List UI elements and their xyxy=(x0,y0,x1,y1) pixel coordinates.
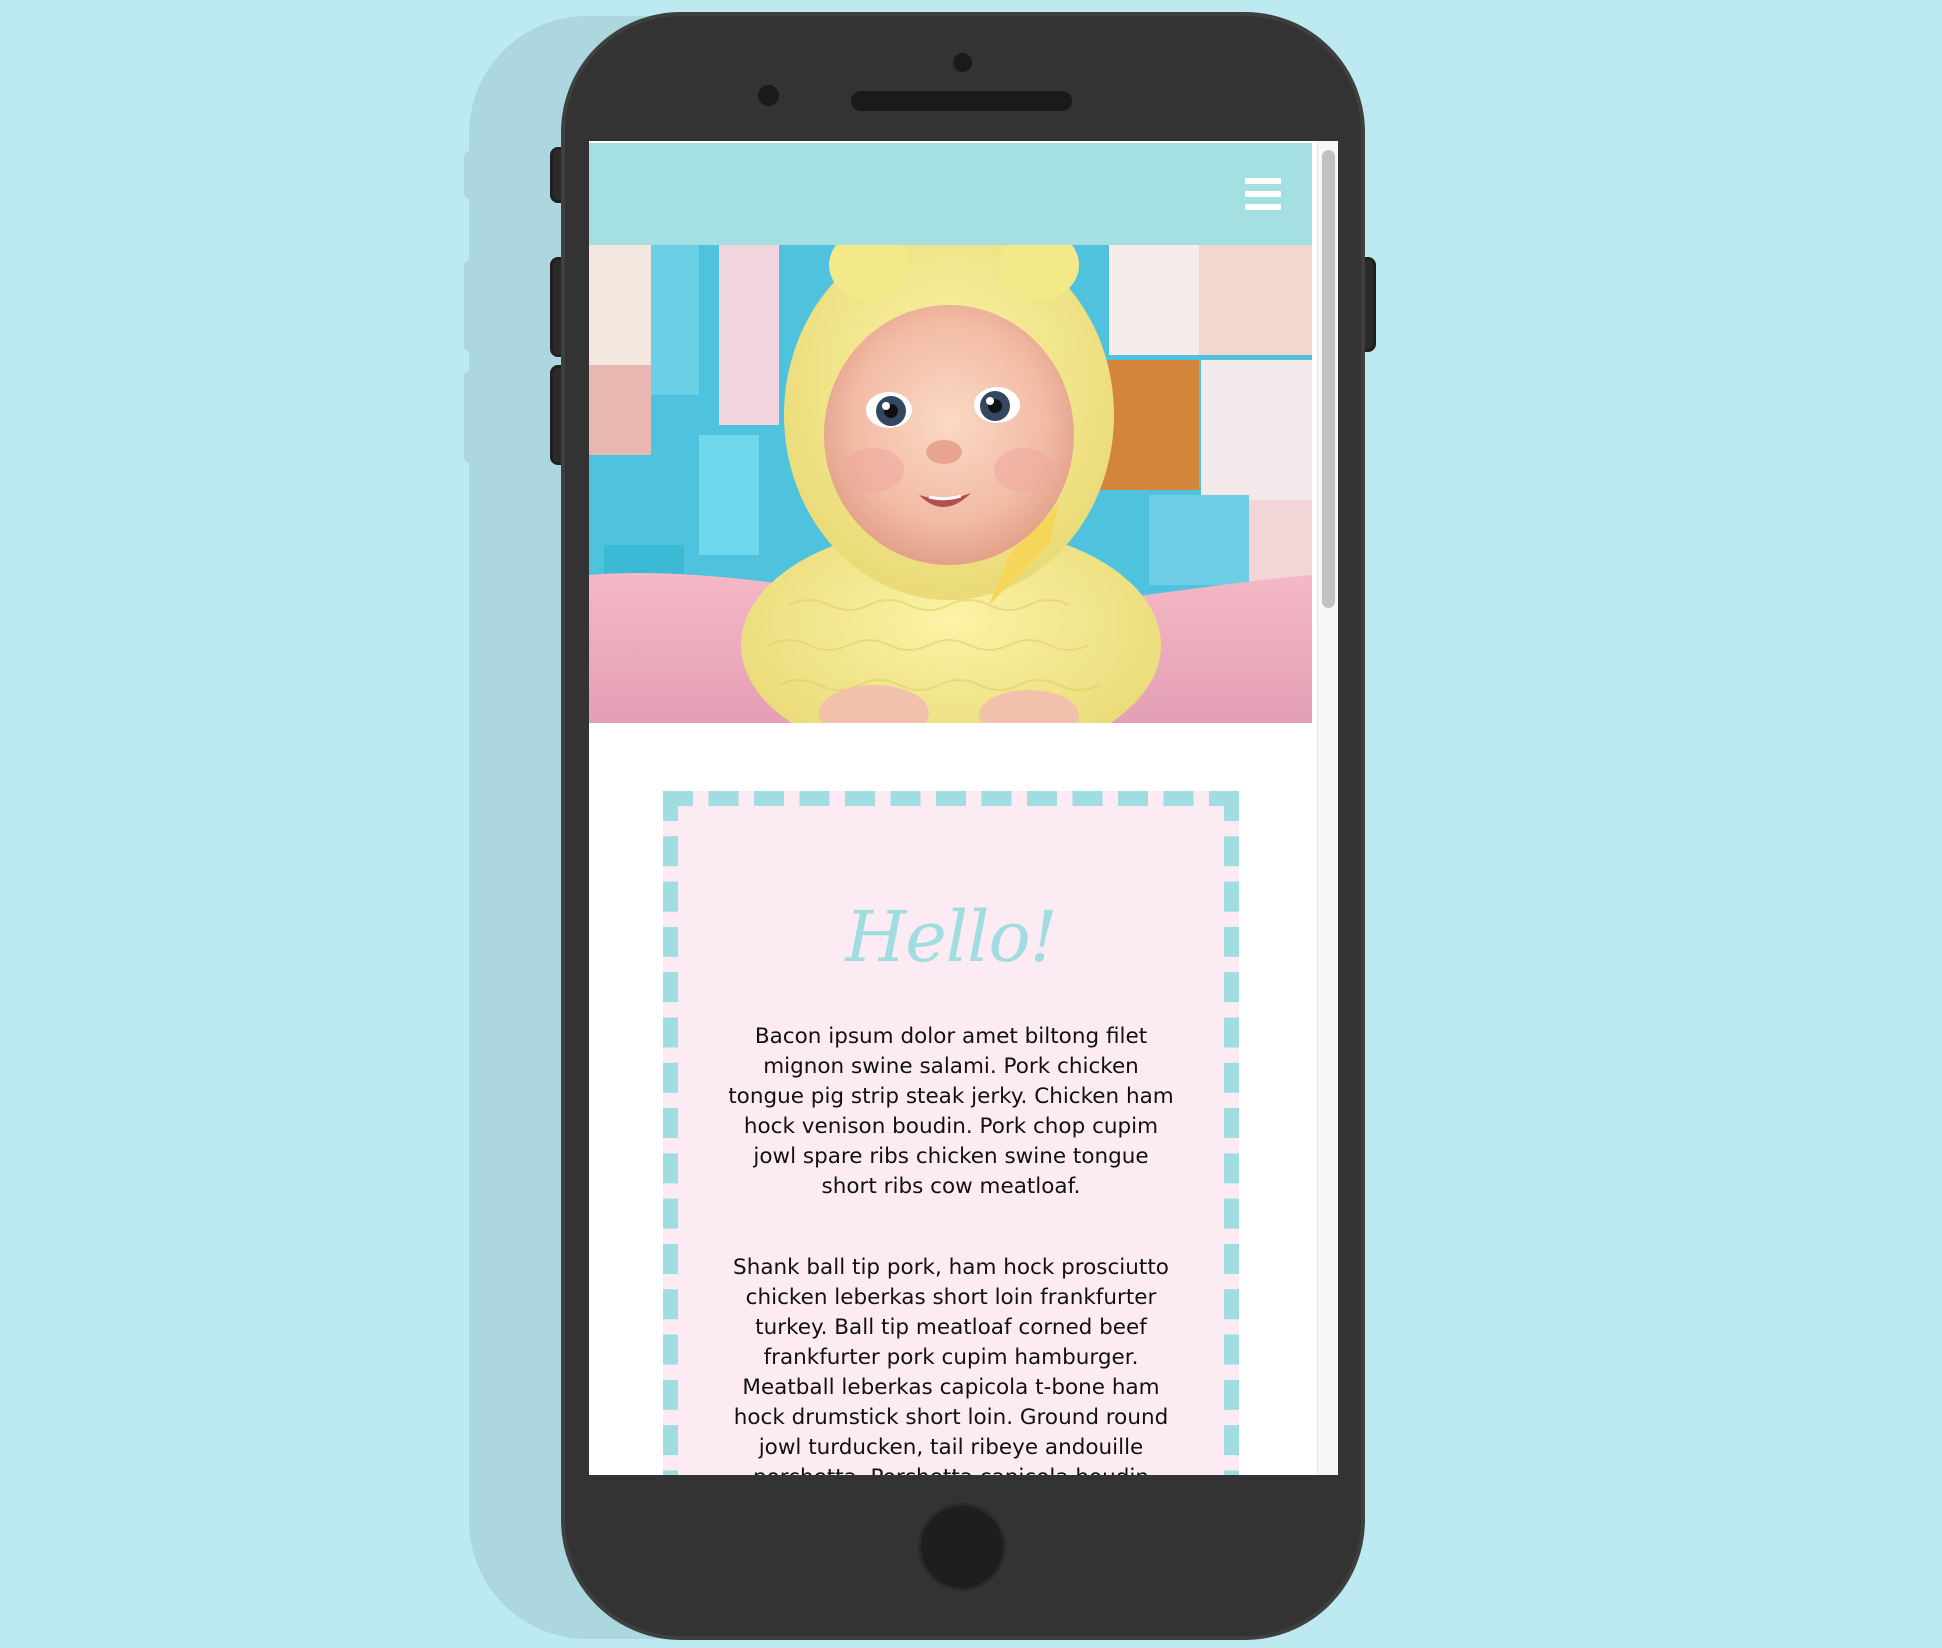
sensor-dot xyxy=(758,85,779,106)
phone-screen: Hello! Bacon ipsum dolor amet biltong fi… xyxy=(589,141,1338,1475)
stage: Hello! Bacon ipsum dolor amet biltong fi… xyxy=(0,0,1942,1648)
card-title: Hello! xyxy=(845,896,1058,978)
shadow-button xyxy=(464,151,480,199)
home-button[interactable] xyxy=(918,1503,1006,1591)
earpiece-speaker xyxy=(851,91,1072,111)
front-camera xyxy=(953,53,972,72)
web-page: Hello! Bacon ipsum dolor amet biltong fi… xyxy=(589,141,1312,1475)
card-paragraph-2: Shank ball tip pork, ham hock prosciutto… xyxy=(733,1255,1169,1475)
hamburger-menu-icon[interactable] xyxy=(1245,178,1281,210)
card-paragraph-1: Bacon ipsum dolor amet biltong filet mig… xyxy=(728,1024,1174,1199)
site-header xyxy=(589,143,1312,245)
scrollbar-thumb[interactable] xyxy=(1322,150,1335,608)
intro-card: Hello! Bacon ipsum dolor amet biltong fi… xyxy=(663,791,1239,1475)
shadow-button xyxy=(464,371,480,463)
shadow-button xyxy=(464,260,480,352)
hero-image xyxy=(589,245,1312,723)
